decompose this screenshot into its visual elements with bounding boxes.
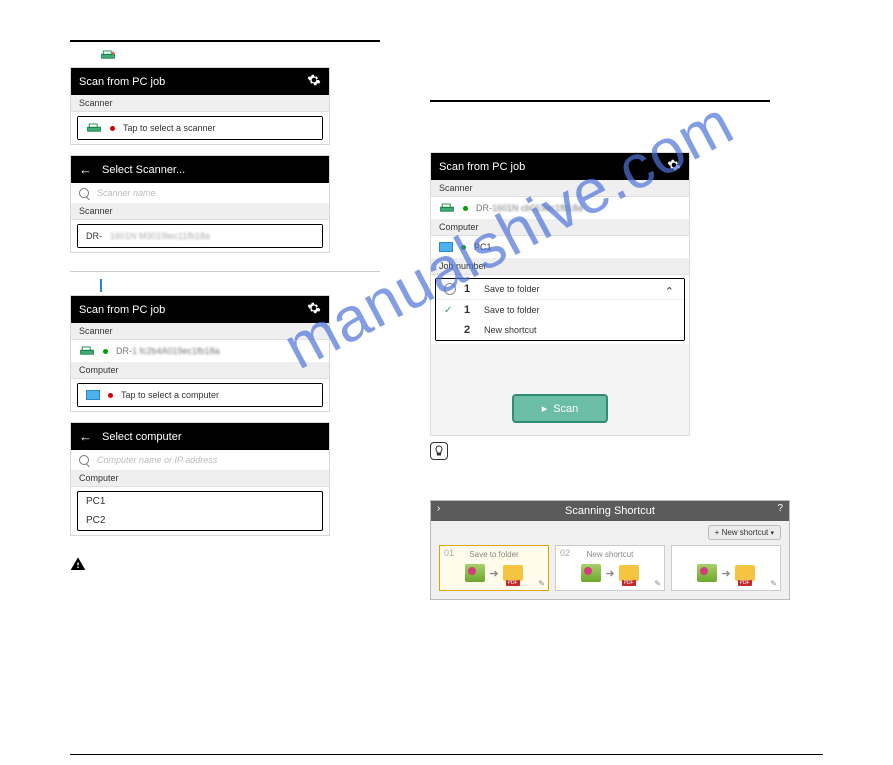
computer-list-item[interactable]: PC1 <box>78 492 322 511</box>
computer-icon <box>86 390 100 400</box>
computer-section-label: Computer <box>71 362 329 379</box>
search-placeholder: Computer name or IP address <box>97 455 217 465</box>
scanner-search-input[interactable]: Scanner name <box>71 183 329 203</box>
panel-title: Scan from PC job <box>439 161 525 173</box>
job-row[interactable]: 2 New shortcut <box>436 320 684 340</box>
select-scanner-row[interactable]: Tap to select a scanner <box>78 117 322 139</box>
scan-panel-select-scanner: Scan from PC job Scanner Tap to select a… <box>70 67 330 145</box>
scanner-icon <box>70 50 380 67</box>
scan-panel-select-computer: Scan from PC job Scanner DR-1 fc2b4A019e… <box>70 295 330 412</box>
job-row[interactable]: ✓ 1 Save to folder <box>436 300 684 320</box>
search-icon <box>79 188 89 198</box>
scan-button[interactable]: ▸ Scan <box>512 394 609 423</box>
chevron-icon[interactable]: › <box>437 503 440 514</box>
job-section-label: Job number <box>431 258 689 275</box>
back-icon[interactable]: ← <box>79 162 92 177</box>
back-icon[interactable]: ← <box>79 429 92 444</box>
search-icon <box>79 455 89 465</box>
scan-play-icon: ▸ <box>542 402 548 415</box>
scanner-section-label: Scanner <box>71 323 329 340</box>
clock-icon <box>444 283 456 295</box>
status-dot-red <box>108 393 113 398</box>
chevron-up-icon[interactable]: ⌃ <box>665 285 674 298</box>
scanner-section-label: Scanner <box>71 95 329 112</box>
computer-icon <box>439 242 453 252</box>
gear-icon[interactable] <box>307 73 321 90</box>
gear-icon[interactable] <box>667 158 681 175</box>
computer-section-label: Computer <box>431 219 689 236</box>
computer-row[interactable]: PC1 <box>431 236 689 258</box>
search-placeholder: Scanner name <box>97 188 156 198</box>
status-dot-green <box>103 349 108 354</box>
job-row-selected[interactable]: 1 Save to folder ⌃ <box>436 279 684 300</box>
computer-search-input[interactable]: Computer name or IP address <box>71 450 329 470</box>
select-computer-title: Select computer <box>102 431 181 443</box>
select-scanner-panel: ← Select Scanner... Scanner name Scanner… <box>70 155 330 253</box>
select-computer-row[interactable]: Tap to select a computer <box>78 384 322 406</box>
gear-icon[interactable] <box>307 301 321 318</box>
status-dot-green <box>461 245 466 250</box>
computer-list-item[interactable]: PC2 <box>78 511 322 530</box>
shortcut-card[interactable]: ➜ ✎ <box>671 545 781 591</box>
status-dot-green <box>463 206 468 211</box>
edit-icon[interactable]: ✎ <box>770 579 777 588</box>
shortcut-title: Scanning Shortcut <box>565 505 655 517</box>
help-icon[interactable]: ? <box>777 503 783 514</box>
scanner-row[interactable]: DR-1601N cb019ec1fb18a <box>431 197 689 219</box>
check-icon: ✓ <box>444 305 456 316</box>
select-scanner-title: Select Scanner... <box>102 164 185 176</box>
tap-computer-text: Tap to select a computer <box>121 390 219 400</box>
panel-title: Scan from PC job <box>79 76 165 88</box>
hint-icon <box>430 442 448 460</box>
computer-icon <box>100 279 102 292</box>
computer-list-label: Computer <box>71 470 329 487</box>
warning-icon <box>70 556 86 572</box>
select-computer-panel: ← Select computer Computer name or IP ad… <box>70 422 330 536</box>
scanner-connected-row[interactable]: DR-1 fc2b4A019ec1fb18a <box>71 340 329 362</box>
new-shortcut-button[interactable]: + New shortcut ▾ <box>708 525 781 540</box>
shortcut-card[interactable]: 01 Save to folder ➜ ✎ <box>439 545 549 591</box>
scanner-list-label: Scanner <box>71 203 329 220</box>
scan-panel-full: Scan from PC job Scanner DR-1601N cb019e… <box>430 152 690 436</box>
scanning-shortcut-window: › Scanning Shortcut ? + New shortcut ▾ 0… <box>430 500 790 600</box>
panel-title: Scan from PC job <box>79 304 165 316</box>
scanner-section-label: Scanner <box>431 180 689 197</box>
edit-icon[interactable]: ✎ <box>654 579 661 588</box>
scanner-list-item[interactable]: DR-1601N M3019iec11fb18a <box>78 225 322 247</box>
tap-scanner-text: Tap to select a scanner <box>123 123 216 133</box>
shortcut-card[interactable]: 02 New shortcut ➜ ✎ <box>555 545 665 591</box>
status-dot-red <box>110 126 115 131</box>
edit-icon[interactable]: ✎ <box>538 579 545 588</box>
